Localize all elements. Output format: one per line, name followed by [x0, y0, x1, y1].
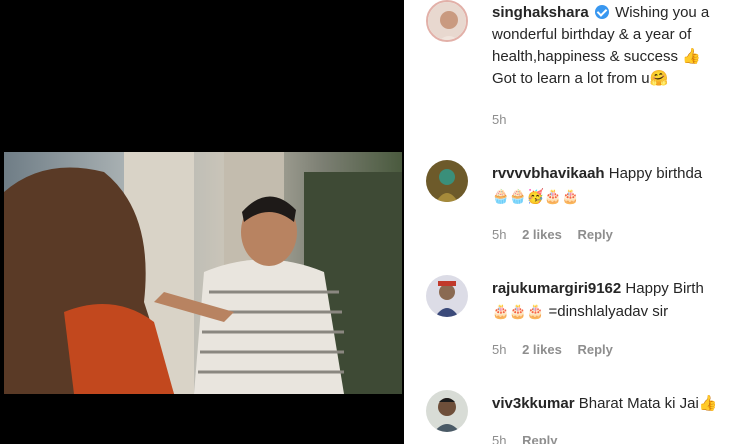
comment-text: wonderful birthday & a year of — [492, 26, 692, 43]
comment-text: =dinshlalyadav sir — [548, 303, 669, 320]
video-scene-image — [4, 152, 402, 394]
comment-username[interactable]: singhakshara — [492, 4, 589, 21]
comment-username[interactable]: rajukumargiri9162 — [492, 280, 621, 297]
comment-emojis: 🧁🧁🥳🎂🎂 — [492, 188, 580, 204]
avatar[interactable] — [426, 275, 468, 317]
comment-username[interactable]: viv3kkumar — [492, 395, 575, 412]
comment-timestamp: 5h — [492, 342, 507, 357]
avatar[interactable] — [426, 390, 468, 432]
comment-text: Happy birthda — [608, 165, 703, 182]
comment-likes[interactable]: 2 likes — [522, 227, 562, 242]
comment-timestamp: 5h — [492, 433, 507, 444]
video-frame — [4, 152, 402, 394]
reply-button[interactable]: Reply — [577, 342, 612, 357]
comment-text: health,happiness & success 👍 — [492, 48, 701, 65]
comment-likes[interactable]: 2 likes — [522, 342, 562, 357]
avatar[interactable] — [426, 0, 468, 42]
comment-timestamp: 5h — [492, 112, 507, 127]
comment-emojis: 🎂🎂🎂 — [492, 303, 545, 319]
comment-timestamp: 5h — [492, 227, 507, 242]
comment-username[interactable]: rvvvvbhavikaah — [492, 165, 605, 182]
video-player[interactable] — [0, 0, 404, 444]
comment-text: Got to learn a lot from u🤗 — [492, 70, 669, 87]
comment-text: Happy Birth — [625, 280, 704, 297]
avatar[interactable] — [426, 160, 468, 202]
reply-button[interactable]: Reply — [522, 433, 557, 444]
verified-badge-icon — [594, 5, 609, 19]
comment-text: Wishing you a — [615, 4, 710, 21]
reply-button[interactable]: Reply — [577, 227, 612, 242]
comment-text: Bharat Mata ki Jai👍 — [578, 395, 718, 412]
comments-panel: singhakshara Wishing you a wonderful bir… — [404, 0, 749, 444]
